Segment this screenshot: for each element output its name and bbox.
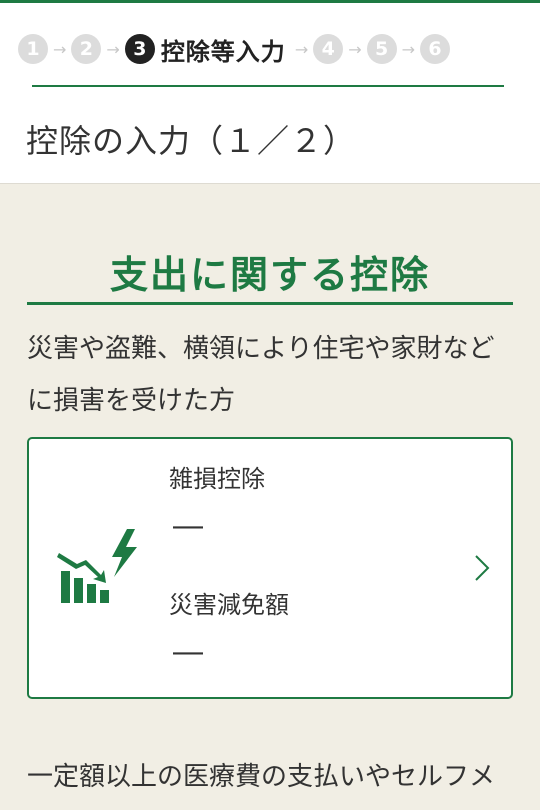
step-4: 4 (313, 34, 344, 64)
progress-stepper: 1 → 2 → 3 控除等入力 → 4 → 5 → 6 (18, 31, 451, 67)
header-divider (32, 85, 504, 87)
item-value-zasson-kojo: ― (173, 509, 203, 544)
arrow-icon: → (106, 39, 120, 59)
step-1: 1 (18, 34, 48, 64)
item-label-zasson-kojo: 雑損控除 (169, 465, 265, 493)
active-step-label: 控除等入力 (160, 37, 286, 66)
arrow-icon: → (348, 39, 362, 59)
section-title: 支出に関する控除 (109, 253, 430, 297)
page-title: 控除の入力（１／２） (26, 122, 357, 160)
disaster-loss-chart-icon (57, 529, 137, 603)
step-5: 5 (366, 34, 397, 64)
section-divider (27, 302, 513, 305)
step-3-active: 3 (124, 34, 155, 64)
item-value-saigai-genmengaku: ― (173, 635, 203, 670)
disaster-loss-card[interactable]: 雑損控除 ― 災害減免額 ― (27, 437, 513, 699)
chevron-right-icon[interactable] (473, 553, 491, 583)
arrow-icon: → (294, 39, 309, 59)
next-section-description: 一定額以上の医療費の支払いやセルフメ (27, 762, 496, 792)
step-2: 2 (71, 34, 102, 64)
arrow-icon: → (401, 39, 416, 59)
arrow-icon: → (53, 39, 67, 59)
header: 1 → 2 → 3 控除等入力 → 4 → 5 → 6 控除の入力（１／２） (0, 3, 540, 184)
step-6: 6 (420, 34, 451, 64)
section-description: 災害や盗難、横領により住宅や家財などに損害を受けた方 (27, 334, 495, 416)
item-label-saigai-genmengaku: 災害減免額 (169, 591, 289, 619)
